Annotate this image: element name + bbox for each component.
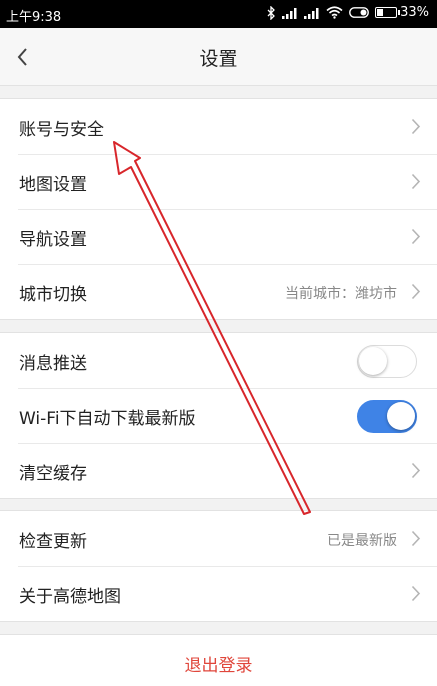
push-notifications-toggle[interactable]: [357, 345, 417, 378]
settings-item-check-update[interactable]: 检查更新 已是最新版: [0, 511, 437, 566]
battery-icon: [375, 7, 401, 18]
battery-fill: [377, 9, 383, 16]
settings-item-push-notifications: 消息推送: [0, 333, 437, 388]
settings-group-account: 账号与安全 地图设置 导航设置 城市切换 当前城市：潍坊市: [0, 98, 437, 320]
chevron-right-icon: [411, 283, 421, 300]
settings-item-label: 地图设置: [19, 175, 87, 195]
settings-item-navigation-settings[interactable]: 导航设置: [0, 209, 437, 264]
settings-item-clear-cache[interactable]: 清空缓存: [0, 443, 437, 498]
settings-item-label: 账号与安全: [19, 120, 104, 140]
settings-item-account-security[interactable]: 账号与安全: [0, 99, 437, 154]
toggle-knob: [387, 402, 415, 430]
settings-item-label: Wi-Fi下自动下载最新版: [19, 409, 196, 429]
settings-item-about-amap[interactable]: 关于高德地图: [0, 566, 437, 621]
settings-item-label: 关于高德地图: [19, 587, 121, 607]
settings-item-label: 检查更新: [19, 532, 87, 552]
toggle-icon: [349, 7, 369, 18]
chevron-right-icon: [411, 118, 421, 135]
chevron-right-icon: [411, 530, 421, 547]
bluetooth-icon: [267, 5, 276, 20]
settings-group-general: 消息推送 Wi-Fi下自动下载最新版 清空缓存: [0, 332, 437, 499]
battery-indicator: 33%: [375, 5, 429, 20]
settings-item-label: 清空缓存: [19, 464, 87, 484]
status-bar: 上午9:38 33%: [0, 0, 437, 28]
settings-item-city-switch[interactable]: 城市切换 当前城市：潍坊市: [0, 264, 437, 319]
settings-item-label: 城市切换: [19, 285, 87, 305]
status-time: 上午9:38: [6, 10, 62, 25]
settings-group-about: 检查更新 已是最新版 关于高德地图: [0, 510, 437, 622]
settings-item-map-settings[interactable]: 地图设置: [0, 154, 437, 209]
signal-icon: [282, 7, 298, 19]
wifi-icon: [326, 6, 343, 19]
settings-item-label: 导航设置: [19, 230, 87, 250]
chevron-right-icon: [411, 585, 421, 602]
current-city-value: 当前城市：潍坊市: [285, 286, 397, 302]
update-status-value: 已是最新版: [327, 533, 397, 549]
logout-label: 退出登录: [184, 656, 253, 676]
wifi-auto-download-toggle[interactable]: [357, 400, 417, 433]
toggle-knob: [359, 347, 387, 375]
signal-icon: [304, 7, 320, 19]
settings-item-wifi-auto-download: Wi-Fi下自动下载最新版: [0, 388, 437, 443]
battery-percent: 33%: [400, 5, 429, 20]
chevron-right-icon: [411, 462, 421, 479]
chevron-right-icon: [411, 173, 421, 190]
page-title: 设置: [199, 48, 238, 70]
settings-item-label: 消息推送: [19, 354, 87, 374]
status-icons: 33%: [267, 5, 429, 20]
chevron-right-icon: [411, 228, 421, 245]
logout-button[interactable]: 退出登录: [0, 634, 437, 686]
header-bar: 设置: [0, 28, 437, 86]
